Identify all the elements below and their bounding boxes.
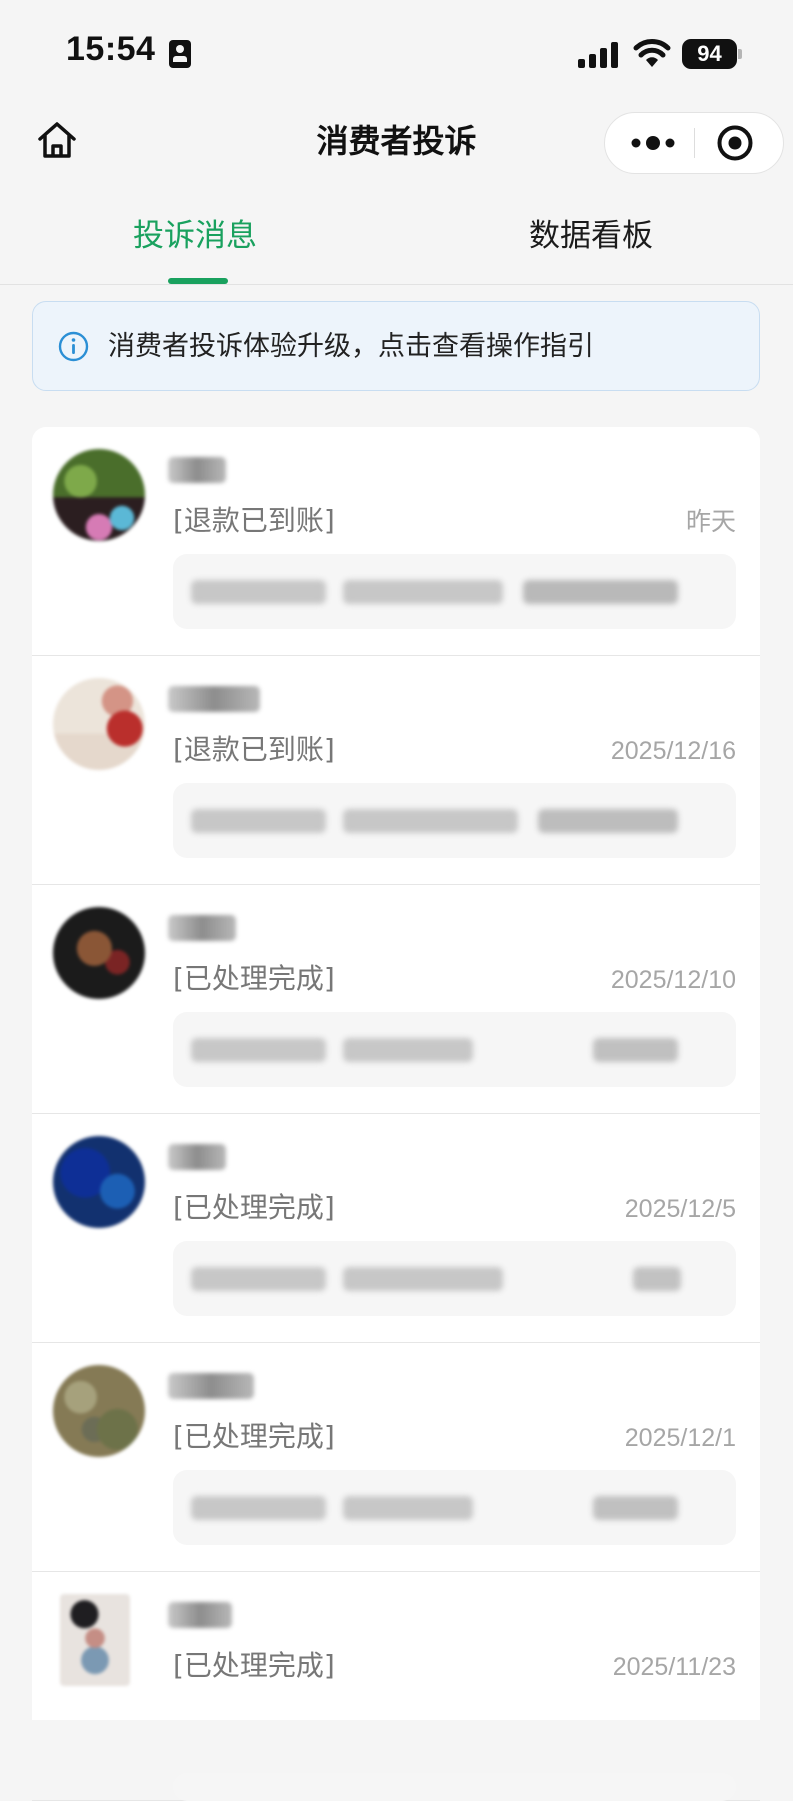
blurred-name bbox=[168, 457, 226, 483]
blurred-message-preview bbox=[173, 1470, 736, 1545]
blurred-name bbox=[168, 1373, 254, 1399]
blurred-message-preview bbox=[173, 1012, 736, 1087]
status-bar: 15:54 94 bbox=[0, 0, 793, 100]
blurred-name bbox=[168, 686, 260, 712]
avatar bbox=[53, 907, 145, 999]
info-icon bbox=[58, 331, 89, 362]
notice-text: 消费者投诉体验升级，点击查看操作指引 bbox=[108, 331, 594, 362]
complaint-row[interactable]: [退款已到账] 2025/12/16 bbox=[32, 656, 760, 885]
complaint-date: 2025/12/5 bbox=[624, 1195, 736, 1223]
complaint-row[interactable]: [已处理完成] 2025/11/23 bbox=[32, 1572, 760, 1801]
complaint-date: 2025/12/10 bbox=[610, 966, 736, 994]
blurred-message-preview bbox=[173, 1773, 736, 1801]
battery-cap-icon bbox=[738, 49, 742, 59]
blurred-message-preview bbox=[173, 1241, 736, 1316]
tab-complaint-messages[interactable]: 投诉消息 bbox=[133, 216, 257, 256]
avatar bbox=[53, 1365, 145, 1457]
complaint-status: [退款已到账] bbox=[173, 504, 335, 537]
close-mini-program-icon[interactable] bbox=[716, 124, 754, 162]
blurred-name bbox=[168, 1602, 232, 1628]
avatar bbox=[53, 1136, 145, 1228]
complaint-row[interactable]: [已处理完成] 2025/12/10 bbox=[32, 885, 760, 1114]
avatar bbox=[53, 678, 145, 770]
blurred-name bbox=[168, 1144, 226, 1170]
complaint-date: 2025/12/16 bbox=[610, 737, 736, 765]
blurred-message-preview bbox=[173, 554, 736, 629]
more-icon[interactable] bbox=[627, 131, 679, 155]
wifi-icon bbox=[633, 39, 671, 67]
complaint-row[interactable]: [已处理完成] 2025/12/1 bbox=[32, 1343, 760, 1572]
complaint-date: 昨天 bbox=[685, 508, 736, 536]
complaint-status: [已处理完成] bbox=[173, 962, 335, 995]
complaint-row[interactable]: [已处理完成] 2025/12/5 bbox=[32, 1114, 760, 1343]
complaint-date: 2025/12/1 bbox=[624, 1424, 736, 1452]
guide-notice-banner[interactable]: 消费者投诉体验升级，点击查看操作指引 bbox=[32, 301, 760, 391]
complaint-row[interactable]: [退款已到账] 昨天 bbox=[32, 427, 760, 656]
signal-icon bbox=[578, 42, 618, 68]
blurred-name bbox=[168, 915, 236, 941]
complaint-status: [已处理完成] bbox=[173, 1191, 335, 1224]
complaint-status: [退款已到账] bbox=[173, 733, 335, 766]
id-card-icon bbox=[169, 40, 191, 68]
complaint-status: [已处理完成] bbox=[173, 1649, 335, 1682]
complaint-list: [退款已到账] 昨天 [退款已到账] 2025/12/16 [已处理完成] 20… bbox=[32, 427, 760, 1801]
complaint-date: 2025/11/23 bbox=[612, 1653, 736, 1681]
status-time: 15:54 bbox=[66, 30, 156, 68]
avatar bbox=[53, 449, 145, 541]
battery-indicator: 94 bbox=[682, 39, 737, 69]
blurred-message-preview bbox=[173, 783, 736, 858]
active-tab-indicator bbox=[168, 278, 228, 284]
complaint-status: [已处理完成] bbox=[173, 1420, 335, 1453]
avatar bbox=[60, 1594, 130, 1686]
tab-data-dashboard[interactable]: 数据看板 bbox=[529, 216, 653, 256]
mini-program-capsule bbox=[604, 112, 784, 174]
capsule-divider bbox=[694, 128, 695, 158]
tabs: 投诉消息 数据看板 bbox=[0, 186, 793, 285]
